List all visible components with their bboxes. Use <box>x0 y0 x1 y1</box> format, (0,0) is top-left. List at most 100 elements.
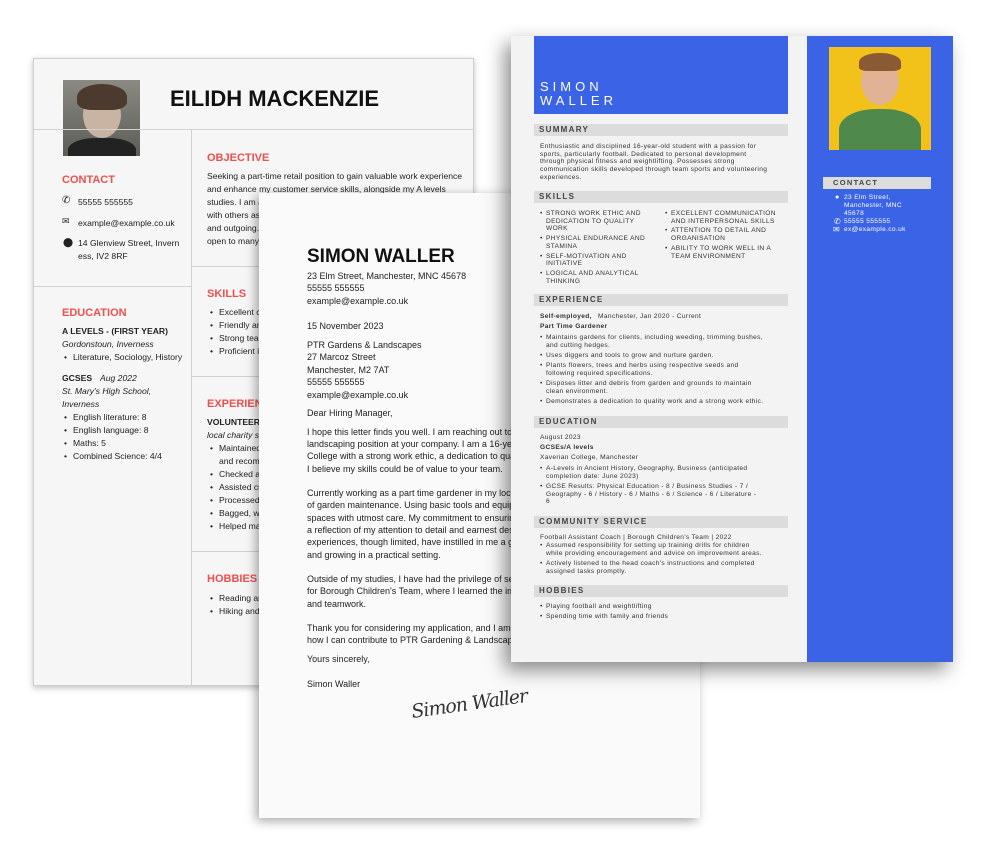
summary-line: Enthusiastic and disciplined 16-year-old… <box>540 143 757 150</box>
experience-bullet: and cutting hedges. <box>546 341 611 349</box>
experience-bullet: Maintains gardens for clients, including… <box>540 334 763 342</box>
education-title: GCSEs/A levels <box>540 444 594 451</box>
objective-text: with others as <box>207 210 261 220</box>
profile-photo <box>829 47 931 150</box>
body-line: landscaping position at your company. I … <box>307 439 520 449</box>
skill-item: ATTENTION TO DETAIL AND <box>665 227 766 235</box>
body-line: for Borough Children's Team, where I lea… <box>307 586 520 596</box>
education-heading: EDUCATION <box>62 307 127 319</box>
location-pin-icon: ● <box>835 194 840 201</box>
body-line: I believe my skills could be of value to… <box>307 464 503 474</box>
sender-phone: 55555 555555 <box>307 283 365 293</box>
skill-item: LOGICAL AND ANALYTICAL <box>540 270 639 278</box>
skill-item: THINKING <box>546 277 581 285</box>
letter-name: SIMON WALLER <box>307 246 455 267</box>
gcses-date: Aug 2022 <box>100 373 137 383</box>
body-line: and growing in a practical setting. <box>307 550 441 560</box>
contact-address: 45678 <box>844 210 865 217</box>
objective-heading: OBJECTIVE <box>207 152 270 164</box>
job-title: Part Time Gardener <box>540 323 608 330</box>
community-bullet: while providing encouragement and advice… <box>546 549 762 557</box>
recipient: 27 Marcoz Street <box>307 352 376 362</box>
alevels-school: Gordonstoun, Inverness <box>62 339 154 349</box>
skill-item: DEDICATION TO QUALITY <box>546 217 635 225</box>
signoff-name: Simon Waller <box>307 679 361 689</box>
education-bullet: Geography - 6 / History - 6 / Maths - 6 … <box>546 490 757 498</box>
body-line: and teamwork. <box>307 599 367 609</box>
contact-address: Manchester, MNC <box>844 202 903 209</box>
skills-heading: SKILLS <box>534 191 788 203</box>
gcses-school-city: Inverness <box>62 399 100 409</box>
skill-item: INITIATIVE <box>546 260 583 268</box>
recipient: 55555 555555 <box>307 377 365 387</box>
experience-bullet: clean environment. <box>546 387 609 395</box>
hobby: Hiking and <box>210 605 260 617</box>
resume-simon-waller: SIMON WALLER CONTACT ● 23 Elm Street, Ma… <box>511 36 953 662</box>
recipient: Manchester, M2 7AT <box>307 365 390 375</box>
education-bullet: A-Levels in Ancient History, Geography, … <box>540 465 747 473</box>
experience-bullet: Processed <box>210 494 260 506</box>
education-bullet: completion date: June 2023) <box>546 472 639 480</box>
experience-bullet: following required specifications. <box>546 369 653 377</box>
skill-item: PHYSICAL ENDURANCE AND <box>540 235 645 243</box>
summary-heading: SUMMARY <box>534 124 788 136</box>
email: example@example.co.uk <box>78 218 175 228</box>
experience-bullet: Helped mai <box>210 520 263 532</box>
education-school: Xaverian College, Manchester <box>540 454 639 461</box>
skill-item: TEAM ENVIRONMENT <box>671 252 746 260</box>
education-date: August 2023 <box>540 434 581 441</box>
education-bullet: GCSE Results: Physical Education - 8 / B… <box>540 483 748 491</box>
body-line: how I can contribute to PTR Gardening & … <box>307 635 520 645</box>
skills-heading: SKILLS <box>207 288 247 300</box>
skill: Proficient in <box>210 345 264 357</box>
experience-bullet: Disposes litter and debris from garden a… <box>540 380 752 388</box>
gcses-school: St. Mary's High School, <box>62 386 152 396</box>
phone-icon: ✆ <box>62 195 71 206</box>
handwritten-signature: Simon Waller <box>410 684 529 724</box>
address-line-1: 14 Glenview Street, Invern <box>78 238 180 248</box>
experience-bullet: Bagged, wr <box>210 507 263 519</box>
name-last: WALLER <box>540 93 617 108</box>
hobbies-heading: HOBBIES <box>534 585 788 597</box>
sender-email: example@example.co.uk <box>307 296 409 306</box>
contact-address: 23 Elm Street, <box>844 194 891 201</box>
employment-meta: Manchester, Jan 2020 - Current <box>598 313 702 320</box>
experience-bullet: Demonstrates a dedication to quality wor… <box>540 398 763 406</box>
body-line: Currently working as a part time gardene… <box>307 488 518 498</box>
recipient: PTR Gardens & Landscapes <box>307 340 422 350</box>
employer: Self-employed, <box>540 313 592 320</box>
address-line-2: ess, IV2 8RF <box>78 251 128 261</box>
objective-text: studies. I am a <box>207 197 263 207</box>
gcses-title: GCSES <box>62 373 93 383</box>
experience-bullet: Maintained <box>210 442 261 454</box>
envelope-icon: ✉ <box>833 225 840 234</box>
envelope-icon: ✉ <box>62 216 70 226</box>
skill-item: AND INTERPERSONAL SKILLS <box>671 217 775 225</box>
alevels-subjects: Literature, Sociology, History <box>64 351 182 363</box>
letter-date: 15 November 2023 <box>307 321 384 331</box>
experience-bullet: Plants flowers, trees and herbs using re… <box>540 362 739 370</box>
skill-item: EXCELLENT COMMUNICATION <box>665 210 776 218</box>
name-first: SIMON <box>540 79 603 94</box>
body-line: Outside of my studies, I have had the pr… <box>307 574 522 584</box>
closing: Yours sincerely, <box>307 654 370 664</box>
grade: Combined Science: 4/4 <box>64 450 162 462</box>
skill-item: STAMINA <box>546 242 578 250</box>
hobby: Spending time with family and friends <box>540 613 668 621</box>
recipient: example@example.co.uk <box>307 390 409 400</box>
organisation: local charity sh <box>207 430 264 440</box>
hobby: Reading an <box>210 592 263 604</box>
body-line: College with a strong work ethic, a dedi… <box>307 451 520 461</box>
phone: 55555 555555 <box>78 197 133 207</box>
contact-heading: CONTACT <box>823 177 931 189</box>
objective-text: and outgoing. <box>207 223 260 233</box>
role: VOLUNTEER <box>207 417 260 427</box>
community-title: Football Assistant Coach | Borough Child… <box>540 534 732 541</box>
objective-text: Seeking a part-time retail position to g… <box>207 171 463 181</box>
location-pin-icon: ⬤ <box>63 237 74 247</box>
community-bullet: Assumed responsibility for setting up tr… <box>540 542 750 550</box>
body-line: experiences, though limited, have instil… <box>307 537 519 547</box>
grade: Maths: 5 <box>64 437 106 449</box>
summary-line: sports, particularly football. Dedicated… <box>540 150 747 158</box>
education-heading: EDUCATION <box>534 416 788 428</box>
